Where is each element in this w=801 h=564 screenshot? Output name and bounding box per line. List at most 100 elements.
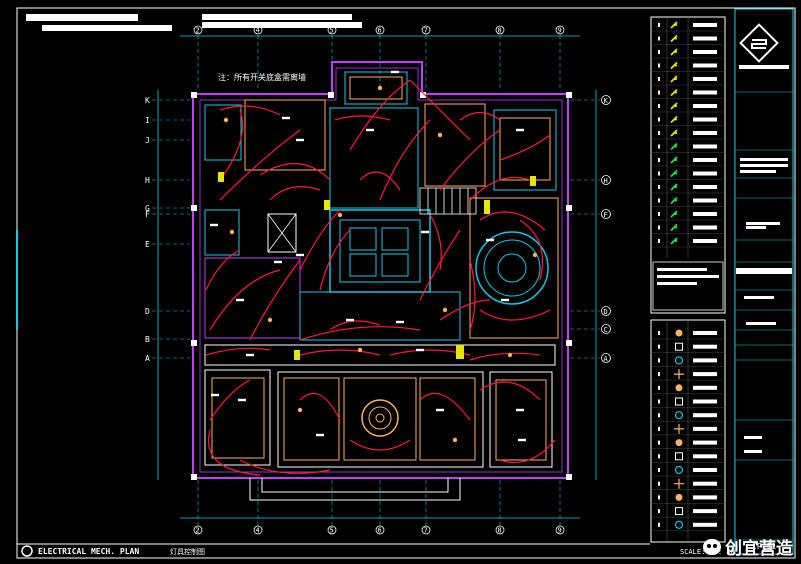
fixture-symbol [674, 478, 684, 489]
legend-index [658, 36, 660, 41]
light-fixture [532, 252, 538, 258]
legend-label [693, 344, 717, 349]
circuit-wire [469, 259, 476, 331]
legend-label [693, 440, 717, 445]
legend-index [658, 117, 660, 122]
circuit-wire [479, 309, 551, 321]
bottom-steps [249, 478, 461, 501]
circuit-wire [439, 299, 491, 321]
header-block [202, 14, 352, 20]
watermark: 创宜营造 [703, 534, 793, 559]
legend-label [693, 239, 717, 243]
switch-symbol [670, 34, 678, 43]
legend-label [693, 385, 717, 390]
circuit-wire [269, 186, 321, 201]
legend-label [693, 358, 717, 363]
header-block [26, 14, 138, 21]
legend-index [658, 426, 660, 431]
legend-index [658, 399, 660, 404]
legend-index [658, 468, 660, 472]
switch-symbol [670, 115, 678, 124]
legend-label [693, 158, 717, 162]
legend-bottom-rows [651, 320, 725, 542]
drawing-title-icon [21, 545, 33, 557]
legend-label [693, 331, 717, 335]
header-block [202, 22, 362, 28]
stair [419, 187, 477, 215]
outer-wall [192, 61, 569, 479]
circuit-wire [299, 392, 341, 421]
grid-label: D [604, 308, 608, 316]
fixture-tag [211, 393, 219, 397]
grid-label: 7 [424, 27, 428, 35]
legend-index [658, 198, 660, 203]
legend-label [693, 225, 717, 230]
switch-symbol [670, 196, 678, 205]
lower-center-rosette [361, 399, 399, 437]
title-text-block [740, 158, 788, 161]
legend-index [658, 104, 660, 108]
fixture-symbol [675, 439, 683, 447]
title-text-block [746, 322, 776, 325]
grid-label: 6 [378, 527, 382, 535]
title-block-rows [735, 91, 793, 541]
circuit-wire [429, 214, 442, 271]
legend-label [693, 171, 717, 176]
circuit-wire [499, 439, 556, 464]
circuit-wire [219, 105, 281, 116]
room-upper-left [204, 104, 242, 161]
circuit-wire [219, 129, 301, 201]
circuit-wire [409, 79, 471, 141]
fixture-symbol [675, 329, 683, 337]
legend-index [658, 63, 660, 68]
legend-index [658, 90, 660, 95]
room-right-round [469, 197, 559, 339]
legend-label [693, 212, 717, 216]
fixture-tag [416, 348, 424, 352]
legend-index [658, 522, 660, 527]
circuit-wire [359, 171, 401, 191]
circuit-wire [329, 320, 381, 331]
circuit-wire [334, 115, 391, 121]
fixture-tag [246, 353, 254, 357]
fixture-tag [396, 320, 404, 324]
legend-label [693, 372, 717, 377]
room-upper-mid [329, 107, 419, 209]
legend-index [658, 171, 660, 176]
grid-label: J [145, 136, 150, 145]
grid-label: E [145, 240, 150, 249]
header-block [42, 25, 172, 31]
room-upper-right [424, 103, 486, 187]
legend-index [658, 413, 660, 418]
fixture-symbol [674, 411, 684, 420]
fixture-symbol [674, 423, 684, 434]
circuit-wire [259, 163, 331, 181]
circuit-wire [469, 352, 541, 361]
fixture-tag [366, 128, 374, 132]
light-fixture [357, 347, 363, 353]
round-ceiling [475, 231, 549, 305]
fixture-symbol [675, 397, 683, 406]
switch-symbol [670, 183, 678, 191]
switch-symbol [670, 21, 678, 29]
title-text-block [740, 170, 776, 173]
circuit-wire [479, 211, 546, 231]
light-fixture [297, 407, 303, 413]
switch-clusters [218, 172, 536, 360]
plan-note: 注：所有开关底盒需离墙 [218, 72, 306, 82]
legend-index [658, 77, 660, 81]
legend-label [693, 36, 717, 41]
fixture-tag [296, 253, 304, 257]
circuit-wire [299, 209, 341, 271]
light-fixture [337, 212, 343, 218]
legend-label [693, 481, 717, 486]
legend-label [693, 23, 717, 27]
legend-label [693, 90, 717, 95]
circuit-wire [439, 129, 501, 191]
fixture-tag [236, 298, 244, 302]
company-logo [739, 23, 789, 69]
legend-label [693, 117, 717, 122]
light-fixture [442, 307, 448, 313]
grid-label: 5 [330, 27, 334, 35]
room-upper-left-2 [244, 99, 326, 171]
